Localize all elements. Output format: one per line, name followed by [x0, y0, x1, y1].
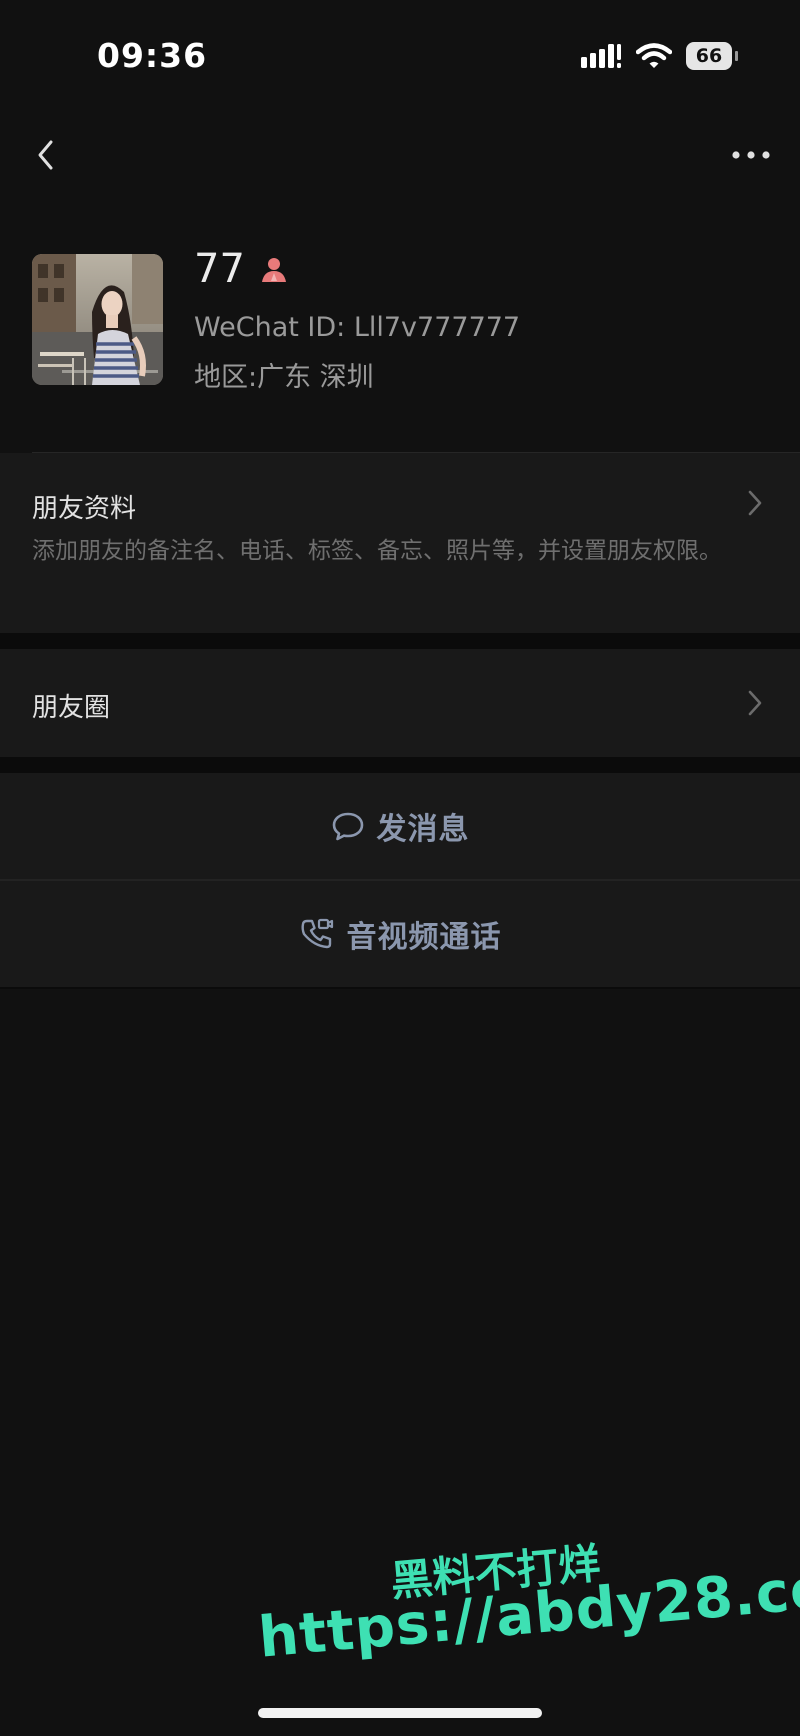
- more-dots-icon: [732, 151, 770, 159]
- status-time: 09:36: [97, 36, 208, 75]
- cellular-signal-icon: [581, 44, 621, 68]
- home-indicator[interactable]: [258, 1708, 542, 1718]
- video-call-button[interactable]: 音视频通话: [0, 881, 800, 987]
- section-gap: [0, 633, 800, 649]
- chevron-right-icon: [748, 690, 762, 716]
- back-button[interactable]: [28, 130, 78, 180]
- moments-title: 朋友圈: [32, 693, 111, 723]
- more-options-button[interactable]: [726, 138, 776, 172]
- video-call-label: 音视频通话: [346, 920, 502, 955]
- avatar-photo: [32, 254, 163, 385]
- phone-video-icon: [300, 918, 333, 949]
- chevron-left-icon: [38, 140, 53, 170]
- status-icons: 66: [580, 42, 738, 70]
- send-message-button[interactable]: 发消息: [0, 773, 800, 879]
- watermark: 黑料不打烊 https://abdy28.com: [0, 1539, 800, 1720]
- send-message-label: 发消息: [376, 812, 470, 847]
- profile-name: 77: [194, 246, 245, 292]
- chevron-right-icon: [748, 490, 762, 516]
- battery-indicator: 66: [686, 42, 738, 70]
- avatar[interactable]: [32, 254, 163, 385]
- bottom-edge: [0, 987, 800, 989]
- section-gap: [0, 757, 800, 773]
- friend-info-row[interactable]: 朋友资料 添加朋友的备注名、电话、标签、备忘、照片等，并设置朋友权限。: [0, 453, 800, 633]
- nav-bar: [0, 120, 800, 190]
- moments-row[interactable]: 朋友圈: [0, 649, 800, 757]
- status-bar: 09:36 66: [0, 0, 800, 120]
- wifi-icon: [636, 43, 672, 68]
- chat-bubble-icon: [332, 812, 363, 841]
- friend-info-description: 添加朋友的备注名、电话、标签、备忘、照片等，并设置朋友权限。: [32, 538, 722, 564]
- friend-info-title: 朋友资料: [32, 494, 137, 524]
- female-gender-icon: [261, 258, 286, 282]
- name-row: 77: [194, 246, 289, 292]
- wechat-id: WeChat ID: Lll7v777777: [194, 312, 521, 343]
- region: 地区:广东 深圳: [194, 362, 374, 393]
- profile-header: 77 WeChat ID: Lll7v777777 地区:广东 深圳: [0, 240, 800, 400]
